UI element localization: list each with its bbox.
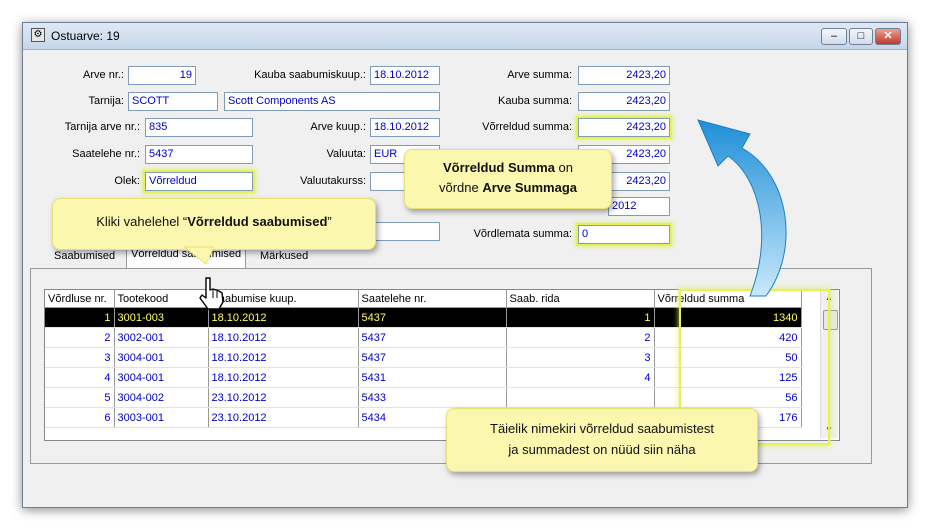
vordlemata-summa-label: Võrdlemata summa: <box>473 228 572 240</box>
callout-text-bold: Võrreldud Summa <box>442 160 555 175</box>
arve-kuup-field[interactable]: 18.10.2012 <box>370 118 440 137</box>
vertical-scrollbar[interactable]: ▲ ▼ <box>820 290 838 438</box>
scroll-up-icon[interactable]: ▲ <box>825 293 833 302</box>
cursor-hand-icon <box>199 277 224 310</box>
curved-arrow-icon <box>697 119 787 297</box>
cell-tootekood: 3001-003 <box>114 307 209 328</box>
vordlemata-summa-field[interactable]: 0 <box>578 225 670 244</box>
cell-vordluse-nr: 1 <box>45 307 115 328</box>
cell-saabumise-kuup: 23.10.2012 <box>208 387 359 408</box>
cell-saab-rida: 4 <box>506 367 655 388</box>
cell-saab-rida <box>506 387 655 408</box>
table-row[interactable]: 1 3001-003 18.10.2012 5437 1 1340 <box>45 307 802 328</box>
title-bar: ⚙ Ostuarve: 19 – □ ✕ <box>23 23 907 50</box>
cell-saatelehe-nr: 5437 <box>358 307 507 328</box>
col-header-tootekood[interactable]: Tootekood <box>114 290 209 308</box>
cell-tootekood: 3004-001 <box>114 367 209 388</box>
cell-vordluse-nr: 3 <box>45 347 115 368</box>
cell-saabumise-kuup: 23.10.2012 <box>208 407 359 428</box>
callout-text-part: on <box>554 160 574 175</box>
scroll-thumb[interactable] <box>823 310 838 330</box>
cell-vordluse-nr: 6 <box>45 407 115 428</box>
cell-vordluse-nr: 2 <box>45 327 115 348</box>
callout-full-list: Täielik nimekiri võrreldud saabumistest … <box>446 408 758 472</box>
callout-summa-line2: võrdne Arve Summaga <box>405 180 611 195</box>
table-row[interactable]: 4 3004-001 18.10.2012 5431 4 125 <box>45 367 802 388</box>
vorreldud-summa-label: Võrreldud summa: <box>482 121 572 133</box>
valuuta-label: Valuuta: <box>326 148 366 160</box>
callout-summa-equal: Võrreldud Summa on võrdne Arve Summaga <box>404 149 612 209</box>
cell-vorreldud-summa: 50 <box>654 347 802 368</box>
cell-vorreldud-summa: 56 <box>654 387 802 408</box>
kauba-summa-field[interactable]: 2423,20 <box>578 92 670 111</box>
olek-field[interactable]: Võrreldud <box>145 172 253 191</box>
minimize-button[interactable]: – <box>821 28 847 45</box>
tarnija-arve-nr-label: Tarnija arve nr.: <box>64 121 140 133</box>
tarnija-label: Tarnija: <box>88 95 124 107</box>
arve-summa-field[interactable]: 2423,20 <box>578 66 670 85</box>
callout-text-part: ” <box>327 214 332 229</box>
saatelehe-nr-field[interactable]: 5437 <box>145 145 253 164</box>
cell-vordluse-nr: 4 <box>45 367 115 388</box>
kauba-summa-label: Kauba summa: <box>498 95 572 107</box>
callout-text-bold: Arve Summaga <box>482 180 578 195</box>
kauba-saabumiskuup-field[interactable]: 18.10.2012 <box>370 66 440 85</box>
col-header-saab-rida[interactable]: Saab. rida <box>506 290 655 308</box>
cell-tootekood: 3003-001 <box>114 407 209 428</box>
cell-tootekood: 3004-001 <box>114 347 209 368</box>
cell-vorreldud-summa: 420 <box>654 327 802 348</box>
cell-vorreldud-summa: 1340 <box>654 307 802 328</box>
table-row[interactable]: 3 3004-001 18.10.2012 5437 3 50 <box>45 347 802 368</box>
cell-saatelehe-nr: 5433 <box>358 387 507 408</box>
callout-full-list-line2: ja summadest on nüüd siin näha <box>508 442 696 457</box>
callout-text-bold: Võrreldud saabumised <box>187 214 328 229</box>
col-header-vordluse-nr[interactable]: Võrdluse nr. <box>45 290 115 308</box>
arve-nr-label: Arve nr.: <box>83 69 124 81</box>
callout-click-tab: Kliki vahelehel “Võrreldud saabumised” <box>52 198 376 250</box>
cell-tootekood: 3002-001 <box>114 327 209 348</box>
cell-saabumise-kuup: 18.10.2012 <box>208 307 359 328</box>
callout-click-tab-text: Kliki vahelehel “Võrreldud saabumised” <box>53 214 375 229</box>
vorreldud-summa-field[interactable]: 2423,20 <box>578 118 670 137</box>
callout-full-list-line1: Täielik nimekiri võrreldud saabumistest <box>490 421 714 436</box>
cell-vordluse-nr: 5 <box>45 387 115 408</box>
saatelehe-nr-label: Saatelehe nr.: <box>72 148 140 160</box>
col-header-saatelehe-nr[interactable]: Saatelehe nr. <box>358 290 507 308</box>
maximize-button[interactable]: □ <box>849 28 873 45</box>
row6-right-field[interactable]: 2012 <box>608 197 670 216</box>
cell-saab-rida: 2 <box>506 327 655 348</box>
cell-saatelehe-nr: 5437 <box>358 327 507 348</box>
tarnija-arve-nr-field[interactable]: 835 <box>145 118 253 137</box>
scroll-down-icon[interactable]: ▼ <box>825 425 833 434</box>
table-row[interactable]: 5 3004-002 23.10.2012 5433 56 <box>45 387 802 408</box>
cell-saatelehe-nr: 5437 <box>358 347 507 368</box>
kauba-saabumiskuup-label: Kauba saabumiskuup.: <box>254 69 366 81</box>
cell-vorreldud-summa: 125 <box>654 367 802 388</box>
callout-text-part: võrdne <box>438 180 483 195</box>
arve-kuup-label: Arve kuup.: <box>310 121 366 133</box>
tarnija-code-field[interactable]: SCOTT <box>128 92 218 111</box>
olek-label: Olek: <box>114 175 140 187</box>
col-header-saabumise-kuup[interactable]: Saabumise kuup. <box>208 290 359 308</box>
cell-tootekood: 3004-002 <box>114 387 209 408</box>
hidden-field-row7[interactable] <box>370 222 440 241</box>
close-button[interactable]: ✕ <box>875 28 901 45</box>
cell-saabumise-kuup: 18.10.2012 <box>208 327 359 348</box>
arve-summa-label: Arve summa: <box>507 69 572 81</box>
cell-saab-rida: 1 <box>506 307 655 328</box>
window-title: Ostuarve: 19 <box>51 29 120 43</box>
app-icon: ⚙ <box>31 28 45 42</box>
cell-saabumise-kuup: 18.10.2012 <box>208 347 359 368</box>
cell-saatelehe-nr: 5431 <box>358 367 507 388</box>
callout-text-part: Kliki vahelehel “ <box>96 214 188 229</box>
callout-summa-line1: Võrreldud Summa on <box>405 160 611 175</box>
cell-saabumise-kuup: 18.10.2012 <box>208 367 359 388</box>
valuutakurss-label: Valuutakurss: <box>300 175 366 187</box>
arve-nr-field[interactable]: 19 <box>128 66 196 85</box>
callout-pointer <box>184 246 214 265</box>
tarnija-name-field[interactable]: Scott Components AS <box>224 92 440 111</box>
table-row[interactable]: 2 3002-001 18.10.2012 5437 2 420 <box>45 327 802 348</box>
cell-saab-rida: 3 <box>506 347 655 368</box>
